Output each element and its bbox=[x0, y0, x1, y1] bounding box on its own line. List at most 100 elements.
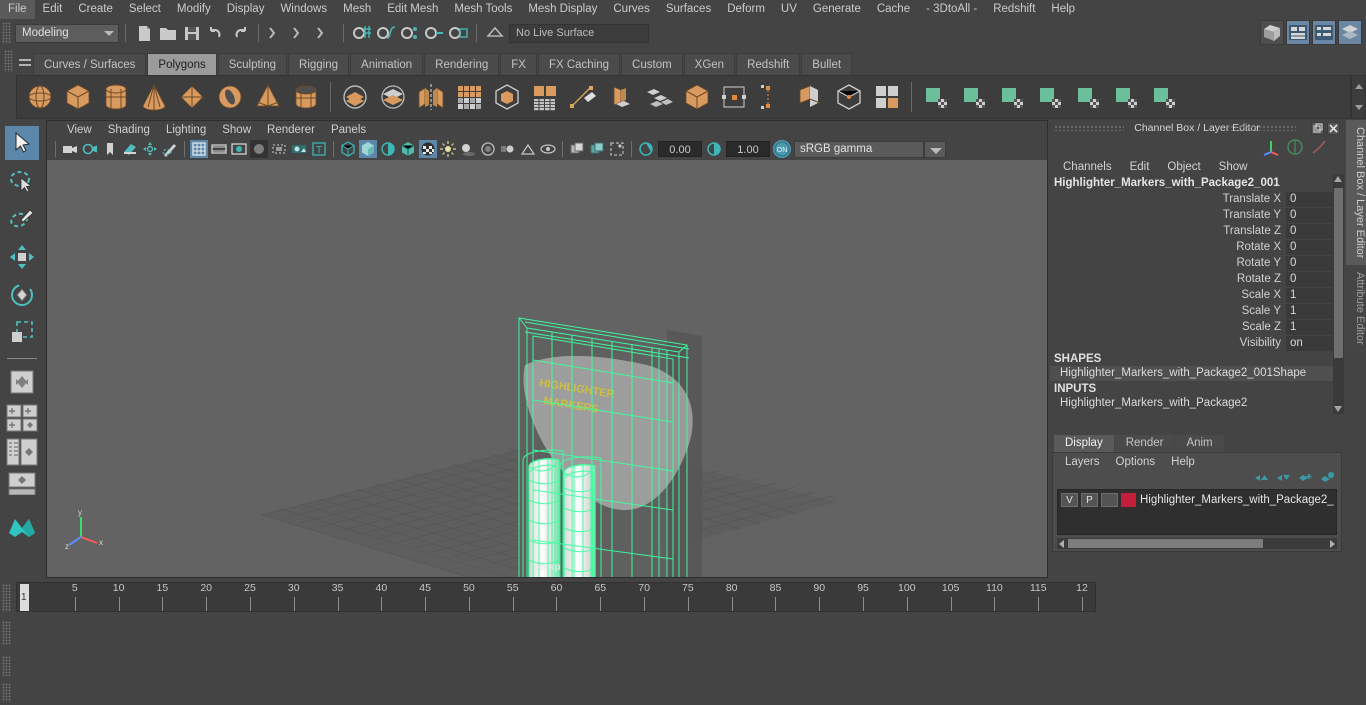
paint-select-tool[interactable] bbox=[5, 202, 39, 236]
menu-item-create[interactable]: Create bbox=[70, 0, 121, 19]
xray-active-components-icon[interactable] bbox=[608, 140, 626, 158]
snap-to-view-plane-icon[interactable] bbox=[447, 22, 469, 44]
panel-grip-right[interactable] bbox=[1226, 125, 1296, 131]
poly-booleans-icon[interactable] bbox=[338, 80, 372, 114]
shelf-tab-rigging[interactable]: Rigging bbox=[288, 53, 350, 75]
channel-box-scrollbar[interactable] bbox=[1333, 174, 1344, 414]
snap-to-curve-icon[interactable] bbox=[375, 22, 397, 44]
time-cursor[interactable]: 1 bbox=[20, 584, 29, 611]
close-icon[interactable] bbox=[1327, 122, 1340, 135]
make-live-icon[interactable] bbox=[484, 22, 506, 44]
color-profile-dropdown-arrow[interactable] bbox=[924, 140, 946, 158]
menu-set-selector[interactable]: Modeling bbox=[15, 23, 119, 43]
layer-menu-help[interactable]: Help bbox=[1163, 456, 1203, 468]
use-all-lights-icon[interactable] bbox=[439, 140, 457, 158]
bookmark-icon[interactable] bbox=[101, 140, 119, 158]
time-slider-track[interactable]: 1 5 10 15 20 25 30 35 40 45 50 55 60 65 70 75 80 85 90 95 1… bbox=[16, 582, 1096, 612]
scrollbar-thumb[interactable] bbox=[1334, 188, 1343, 358]
channel-row[interactable]: Scale X1 bbox=[1050, 287, 1344, 303]
channel-box-menu-object[interactable]: Object bbox=[1158, 161, 1209, 173]
poly-bevel-icon[interactable] bbox=[642, 80, 676, 114]
viewport-menu-renderer[interactable]: Renderer bbox=[259, 124, 323, 136]
channel-row[interactable]: Rotate Y0 bbox=[1050, 255, 1344, 271]
exposure-icon[interactable] bbox=[290, 140, 308, 158]
poly-sphere-icon[interactable] bbox=[23, 80, 57, 114]
uv-editor-icon[interactable] bbox=[1109, 80, 1143, 114]
poly-pyramid-icon[interactable] bbox=[251, 80, 285, 114]
channel-row[interactable]: Rotate Z0 bbox=[1050, 271, 1344, 287]
channel-row[interactable]: Scale Z1 bbox=[1050, 319, 1344, 335]
layer-visibility-toggle[interactable]: V bbox=[1061, 492, 1078, 507]
channel-label[interactable]: Visibility bbox=[1050, 337, 1286, 349]
rotate-tool[interactable] bbox=[5, 278, 39, 312]
channel-box-menu-show[interactable]: Show bbox=[1210, 161, 1257, 173]
channel-box-menu-edit[interactable]: Edit bbox=[1121, 161, 1159, 173]
channel-label[interactable]: Scale Z bbox=[1050, 321, 1286, 333]
poly-detach-icon[interactable] bbox=[870, 80, 904, 114]
layer-shading-toggle[interactable] bbox=[1101, 492, 1118, 507]
new-scene-icon[interactable] bbox=[133, 22, 155, 44]
gate-mask-icon[interactable] bbox=[250, 140, 268, 158]
wireframe-shading-icon[interactable] bbox=[339, 140, 357, 158]
exposure-value-field[interactable]: 0.00 bbox=[658, 141, 702, 157]
shelf-tab-redshift[interactable]: Redshift bbox=[736, 53, 801, 75]
channel-row[interactable]: Rotate X0 bbox=[1050, 239, 1344, 255]
layer-list-hscrollbar[interactable] bbox=[1057, 538, 1337, 549]
select-camera-icon[interactable] bbox=[61, 140, 79, 158]
poly-quadrangulate-icon[interactable] bbox=[528, 80, 562, 114]
shelf-scroll-arrows[interactable] bbox=[1351, 75, 1366, 119]
menu-item-generate[interactable]: Generate bbox=[805, 0, 869, 19]
menu-item-file[interactable]: File bbox=[0, 0, 35, 19]
lasso-select-tool[interactable] bbox=[5, 164, 39, 198]
channel-box-menu-channels[interactable]: Channels bbox=[1054, 161, 1121, 173]
open-scene-icon[interactable] bbox=[157, 22, 179, 44]
channel-row[interactable]: Scale Y1 bbox=[1050, 303, 1344, 319]
layer-playback-toggle[interactable]: P bbox=[1081, 492, 1098, 507]
shelf-tab-sculpting[interactable]: Sculpting bbox=[217, 53, 288, 75]
time-slider-grip[interactable] bbox=[2, 584, 11, 612]
shelf-tab-curves-surfaces[interactable]: Curves / Surfaces bbox=[33, 53, 147, 75]
xray-joints-icon[interactable] bbox=[588, 140, 606, 158]
viewport-menu-shading[interactable]: Shading bbox=[100, 124, 158, 136]
poly-cylinder-icon[interactable] bbox=[99, 80, 133, 114]
shapes-item[interactable]: Highlighter_Markers_with_Package2_001Sha… bbox=[1050, 366, 1344, 381]
menu-item-edit-mesh[interactable]: Edit Mesh bbox=[379, 0, 446, 19]
film-gate-icon[interactable] bbox=[210, 140, 228, 158]
poly-torus-icon[interactable] bbox=[213, 80, 247, 114]
select-by-hierarchy-icon[interactable] bbox=[266, 22, 288, 44]
shelf-tab-xgen[interactable]: XGen bbox=[683, 53, 736, 75]
texture-toggle-icon[interactable] bbox=[419, 140, 437, 158]
poly-extrude-icon[interactable] bbox=[604, 80, 638, 114]
shelf-tab-rendering[interactable]: Rendering bbox=[424, 53, 500, 75]
viewport-menu-lighting[interactable]: Lighting bbox=[158, 124, 214, 136]
depth-of-field-icon[interactable] bbox=[539, 140, 557, 158]
poly-cone-icon[interactable] bbox=[137, 80, 171, 114]
layer-menu-options[interactable]: Options bbox=[1108, 456, 1164, 468]
live-surface-field[interactable]: No Live Surface bbox=[509, 23, 649, 43]
channel-label[interactable]: Rotate X bbox=[1050, 241, 1286, 253]
move-layer-down-icon[interactable] bbox=[1276, 471, 1291, 487]
motion-blur-icon[interactable] bbox=[499, 140, 517, 158]
camera-attributes-icon[interactable] bbox=[81, 140, 99, 158]
gamma-control-icon[interactable] bbox=[705, 140, 723, 158]
show-hide-channel-box-icon[interactable] bbox=[1338, 20, 1362, 45]
menu-item-mesh-display[interactable]: Mesh Display bbox=[520, 0, 605, 19]
screen-space-ao-icon[interactable] bbox=[479, 140, 497, 158]
layer-editor-tab-anim[interactable]: Anim bbox=[1175, 435, 1224, 452]
viewport-menu-panels[interactable]: Panels bbox=[323, 124, 374, 136]
menu-item-help[interactable]: Help bbox=[1043, 0, 1083, 19]
layer-editor-tab-render[interactable]: Render bbox=[1114, 435, 1175, 452]
multisample-icon[interactable] bbox=[519, 140, 537, 158]
channel-row[interactable]: Visibility on bbox=[1050, 335, 1344, 351]
shelf-grip[interactable] bbox=[4, 50, 13, 72]
slant-line-icon[interactable] bbox=[1310, 138, 1328, 159]
wireframe-on-shaded-icon[interactable] bbox=[399, 140, 417, 158]
layer-color-swatch[interactable] bbox=[1121, 492, 1136, 507]
layer-editor-tab-display[interactable]: Display bbox=[1054, 435, 1114, 452]
move-layer-up-icon[interactable] bbox=[1254, 471, 1269, 487]
menu-item-select[interactable]: Select bbox=[121, 0, 169, 19]
gamma-circle-icon[interactable] bbox=[1286, 138, 1304, 159]
channel-label[interactable]: Translate Z bbox=[1050, 225, 1286, 237]
poly-multicut-icon[interactable] bbox=[718, 80, 752, 114]
shelf-menu-icon[interactable] bbox=[17, 51, 33, 73]
